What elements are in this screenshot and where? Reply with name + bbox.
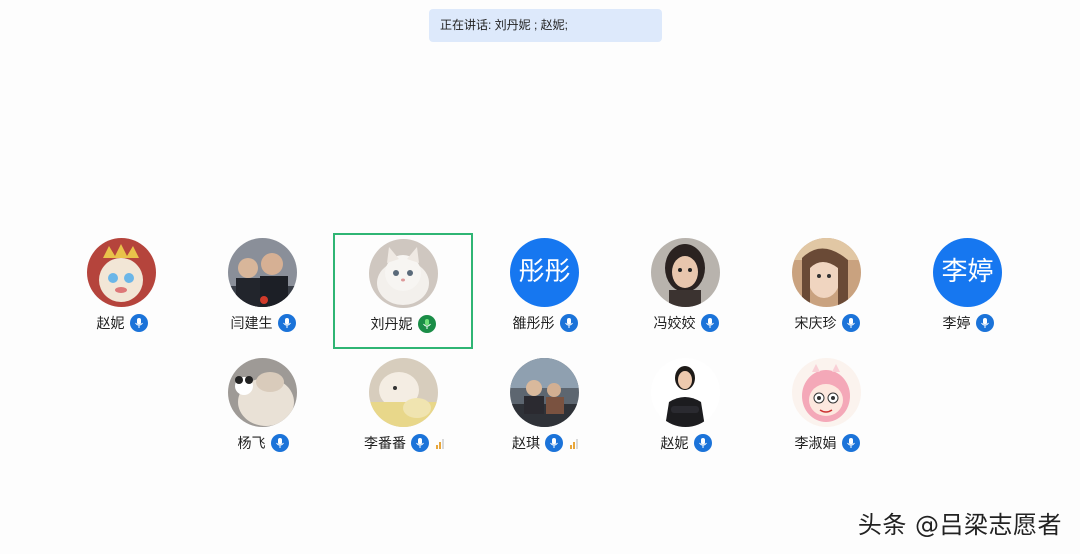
participant-name: 雒彤彤: [512, 315, 555, 331]
participant-name: 冯姣姣: [653, 315, 696, 331]
participant-name: 宋庆珍: [794, 315, 837, 331]
participant-tile[interactable]: 赵妮: [616, 354, 756, 470]
participant-name: 赵琪: [512, 435, 540, 451]
participant-name: 李番番: [364, 435, 406, 451]
microphone-icon[interactable]: [417, 315, 436, 333]
microphone-icon[interactable]: [693, 434, 712, 452]
watermark: 头条 @吕梁志愿者: [857, 511, 1062, 539]
participant-avatar: [87, 238, 156, 307]
participant-avatar: [651, 238, 720, 307]
participant-tile[interactable]: 彤彤 雒彤彤: [475, 234, 615, 350]
speaking-now-text: 正在讲话: 刘丹妮 ; 赵妮;: [440, 18, 569, 32]
microphone-icon[interactable]: [975, 314, 994, 332]
microphone-icon[interactable]: [277, 314, 296, 332]
participant-avatar-text: 李婷: [933, 238, 1002, 307]
participant-tile[interactable]: 李番番: [334, 354, 474, 470]
participant-avatar: [369, 358, 438, 427]
participant-avatar: [792, 238, 861, 307]
participant-avatar: [792, 358, 861, 427]
participant-name: 赵妮: [660, 435, 689, 451]
participant-tile[interactable]: 杨飞: [193, 354, 333, 470]
participant-avatar: [510, 358, 579, 427]
participant-name: 杨飞: [237, 435, 266, 451]
participant-tile[interactable]: 赵琪: [475, 354, 615, 470]
participant-name: 赵妮: [96, 315, 125, 331]
signal-bars-icon: [570, 437, 578, 449]
participant-avatar: [369, 239, 438, 308]
participant-avatar: [228, 358, 297, 427]
microphone-icon[interactable]: [841, 314, 860, 332]
participant-tile-selected[interactable]: 刘丹妮: [333, 233, 473, 349]
microphone-icon[interactable]: [129, 314, 148, 332]
participant-tile[interactable]: 冯姣姣: [616, 234, 756, 350]
microphone-icon[interactable]: [700, 314, 719, 332]
participant-name: 李婷: [942, 315, 971, 331]
participant-tile[interactable]: 闫建生: [193, 234, 333, 350]
participant-tile[interactable]: 赵妮: [52, 234, 192, 350]
microphone-icon[interactable]: [559, 314, 578, 332]
participant-tile[interactable]: 李婷 李婷: [898, 234, 1038, 350]
microphone-icon[interactable]: [411, 434, 429, 452]
participant-avatar-text: 彤彤: [510, 238, 579, 307]
participant-tile[interactable]: 宋庆珍: [757, 234, 897, 350]
microphone-icon[interactable]: [545, 434, 563, 452]
signal-bars-icon: [436, 437, 444, 449]
participant-avatar: [228, 238, 297, 307]
participant-name: 李淑娟: [794, 435, 837, 451]
participant-avatar: [651, 358, 720, 427]
microphone-icon[interactable]: [270, 434, 289, 452]
participant-name: 刘丹妮: [370, 316, 413, 332]
participant-tile[interactable]: 李淑娟: [757, 354, 897, 470]
microphone-icon[interactable]: [841, 434, 860, 452]
participant-name: 闫建生: [230, 315, 273, 331]
speaking-now-banner: 正在讲话: 刘丹妮 ; 赵妮;: [429, 9, 662, 42]
